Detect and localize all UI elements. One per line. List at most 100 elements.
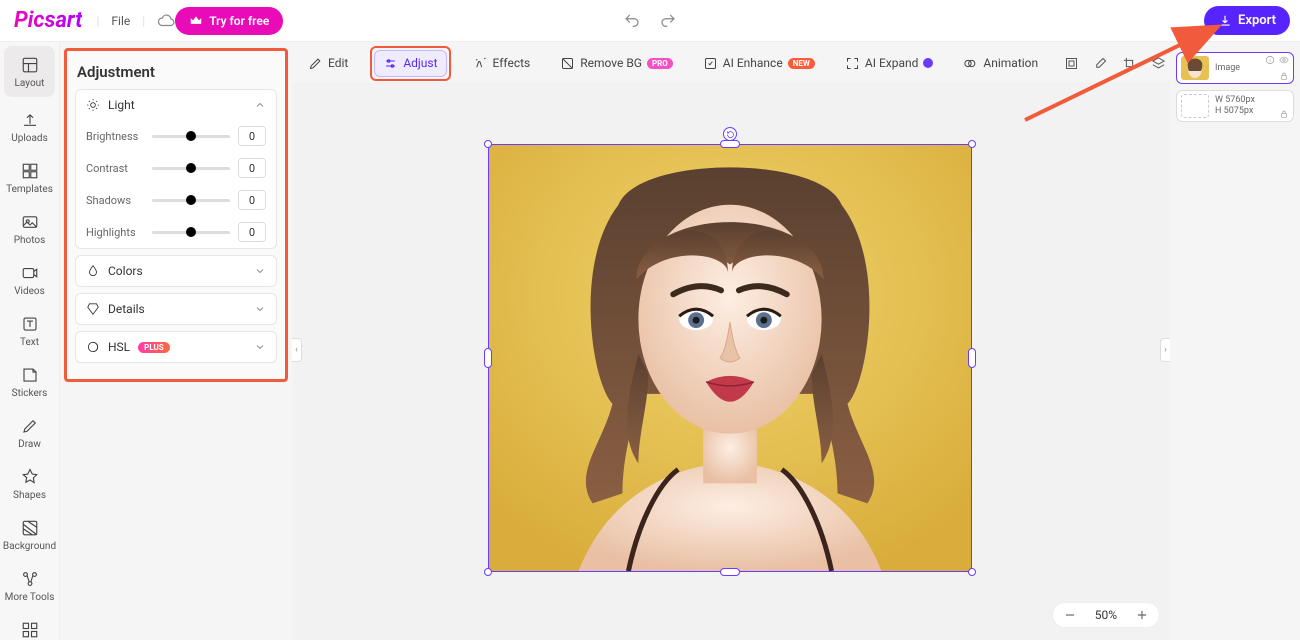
lock-icon[interactable] <box>1279 109 1289 119</box>
group-light: Light Brightness 0 Contrast 0 Shadows 0 … <box>75 89 277 249</box>
text-icon <box>20 315 40 333</box>
download-icon <box>1218 14 1232 28</box>
undo-icon[interactable] <box>623 12 641 30</box>
group-details-label: Details <box>108 302 145 316</box>
hsl-icon <box>86 340 100 354</box>
contrast-label: Contrast <box>86 162 144 175</box>
context-toolbar: Edit Adjust Effects Remove BGPRO AI Enha… <box>300 48 1170 78</box>
tool-effects[interactable]: Effects <box>465 51 539 76</box>
try-for-free-button[interactable]: Try for free <box>175 7 283 35</box>
file-menu[interactable]: File <box>111 14 130 28</box>
animation-icon <box>963 56 978 71</box>
zoom-in-button[interactable] <box>1135 608 1149 622</box>
selection-bounds[interactable] <box>488 144 972 572</box>
redo-icon[interactable] <box>659 12 677 30</box>
handle-bottom-left[interactable] <box>484 568 492 576</box>
rail-photos[interactable]: Photos <box>0 203 59 254</box>
shadows-value[interactable]: 0 <box>238 190 266 210</box>
shadows-slider[interactable] <box>152 193 230 207</box>
layer-thumbnail <box>1181 56 1209 80</box>
top-left-group: | File | <box>96 12 175 30</box>
rail-collages[interactable]: Collages <box>0 611 59 640</box>
group-light-header[interactable]: Light <box>76 90 276 120</box>
photos-icon <box>20 213 40 231</box>
layer-image[interactable]: Image <box>1176 52 1294 84</box>
handle-mid-right[interactable] <box>968 348 976 368</box>
collages-icon <box>20 621 40 639</box>
adjust-icon <box>383 56 398 71</box>
sun-icon <box>86 98 100 112</box>
zoom-control: 50% <box>1052 602 1160 628</box>
stickers-icon <box>20 366 40 384</box>
contrast-slider[interactable] <box>152 161 230 175</box>
group-details-header[interactable]: Details <box>76 294 276 324</box>
layer-thumbnail-blank <box>1181 94 1209 118</box>
highlights-label: Highlights <box>86 226 144 239</box>
lock-icon[interactable] <box>1279 71 1289 81</box>
position-icon[interactable] <box>1064 56 1079 71</box>
handle-mid-top[interactable] <box>720 140 740 148</box>
handle-mid-left[interactable] <box>484 348 492 368</box>
brightness-slider[interactable] <box>152 129 230 143</box>
brightness-value[interactable]: 0 <box>238 126 266 146</box>
left-rail: Layout Uploads Templates Photos Videos T… <box>0 42 60 640</box>
group-hsl: HSL PLUS <box>75 331 277 363</box>
diamond-icon <box>86 302 100 316</box>
draw-icon <box>20 417 40 435</box>
tool-animation[interactable]: Animation <box>955 51 1046 76</box>
handle-bottom-right[interactable] <box>968 568 976 576</box>
info-icon[interactable] <box>1265 55 1275 65</box>
rail-shapes[interactable]: Shapes <box>0 458 59 509</box>
rail-background[interactable]: Background <box>0 509 59 560</box>
tool-adjust[interactable]: Adjust <box>374 50 446 77</box>
adjustment-panel: Adjustment Light Brightness 0 Contrast 0… <box>64 48 288 382</box>
row-highlights: Highlights 0 <box>76 216 276 248</box>
edit-icon <box>308 56 323 71</box>
highlights-slider[interactable] <box>152 225 230 239</box>
contrast-value[interactable]: 0 <box>238 158 266 178</box>
tool-edit[interactable]: Edit <box>300 51 356 76</box>
handle-top-left[interactable] <box>484 140 492 148</box>
tool-removebg[interactable]: Remove BGPRO <box>552 51 681 76</box>
collapse-right-panel[interactable]: › <box>1160 338 1170 362</box>
rail-text[interactable]: Text <box>0 305 59 356</box>
chevron-down-icon <box>254 265 266 277</box>
removebg-icon <box>560 56 575 71</box>
rail-uploads[interactable]: Uploads <box>0 101 59 152</box>
collapse-left-panel[interactable]: ‹ <box>292 338 302 362</box>
shapes-icon <box>20 468 40 486</box>
group-light-label: Light <box>108 98 135 112</box>
tool-aiexpand[interactable]: AI Expand <box>837 51 942 76</box>
group-hsl-header[interactable]: HSL PLUS <box>76 332 276 362</box>
handle-mid-bottom[interactable] <box>720 568 740 576</box>
layer-label: Image <box>1215 63 1240 74</box>
export-button[interactable]: Export <box>1204 6 1290 35</box>
highlights-value[interactable]: 0 <box>238 222 266 242</box>
eye-icon[interactable] <box>1279 55 1289 65</box>
tool-aienhance[interactable]: AI EnhanceNEW <box>695 51 823 76</box>
zoom-out-button[interactable] <box>1063 608 1077 622</box>
tool-adjust-highlight: Adjust <box>370 46 450 81</box>
group-details: Details <box>75 293 277 325</box>
rail-templates[interactable]: Templates <box>0 152 59 203</box>
rotate-handle[interactable] <box>723 127 737 141</box>
rail-layout[interactable]: Layout <box>4 46 55 97</box>
cloud-sync-icon[interactable] <box>157 12 175 30</box>
rail-draw[interactable]: Draw <box>0 407 59 458</box>
row-contrast: Contrast 0 <box>76 152 276 184</box>
effects-icon <box>473 56 488 71</box>
layers-icon[interactable] <box>1151 56 1166 71</box>
rail-videos[interactable]: Videos <box>0 254 59 305</box>
canvas-area[interactable]: ‹ › <box>292 82 1170 640</box>
rail-more-tools[interactable]: More Tools <box>0 560 59 611</box>
logo: Picsart <box>14 8 82 33</box>
group-colors-header[interactable]: Colors <box>76 256 276 286</box>
aienhance-icon <box>703 56 718 71</box>
crop-icon[interactable] <box>1122 56 1137 71</box>
eraser-icon[interactable] <box>1093 56 1108 71</box>
drop-icon <box>86 264 100 278</box>
handle-top-right[interactable] <box>968 140 976 148</box>
canvas-image[interactable] <box>489 145 971 571</box>
rail-stickers[interactable]: Stickers <box>0 356 59 407</box>
layer-canvas[interactable]: W 5760px H 5075px <box>1176 90 1294 122</box>
